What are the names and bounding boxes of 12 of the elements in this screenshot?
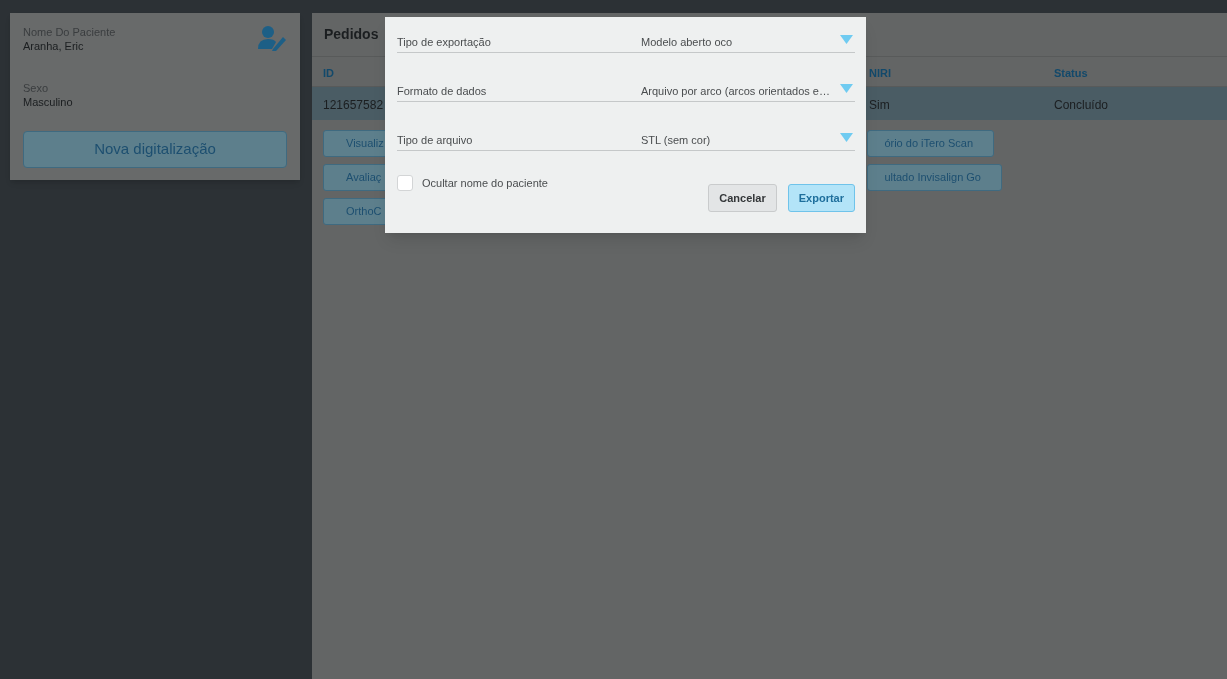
dropdown-value: STL (sem cor) [641, 133, 712, 149]
field-value: Masculino [23, 95, 73, 109]
table-cell: 121657582 [323, 97, 384, 112]
dropdown-value: Arquivo por arco (arcos orientados e… [641, 84, 831, 100]
dropdown-label: Tipo de exportação [397, 35, 492, 51]
dropdown-value: Modelo aberto oco [641, 35, 734, 51]
table-cell: Concluído [1054, 97, 1109, 112]
checkbox-label: Ocultar nome do paciente [422, 176, 548, 191]
field-value: Aranha, Eric [23, 39, 84, 53]
panel-title: Pedidos [324, 25, 379, 44]
table-cell: Sim [869, 97, 890, 112]
dropdown-label: Formato de dados [397, 84, 488, 100]
